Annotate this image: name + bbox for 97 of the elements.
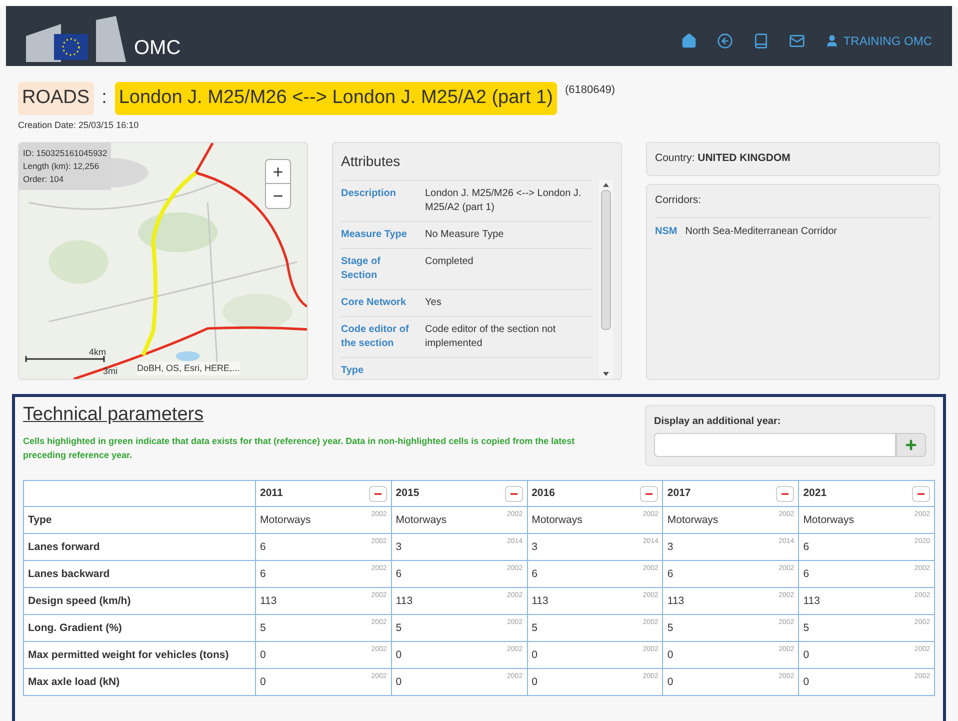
- user-icon: [825, 34, 840, 48]
- cell-value: 6: [260, 540, 266, 555]
- cell-value: 113: [260, 594, 277, 609]
- cell-value: Motorways: [260, 513, 311, 528]
- attribute-value: Yes: [425, 296, 442, 310]
- cell-value: 6: [260, 567, 266, 582]
- year-input[interactable]: [654, 433, 896, 457]
- zoom-out-button[interactable]: −: [266, 184, 290, 208]
- cell-value: 113: [396, 594, 413, 609]
- user-link[interactable]: TRAINING OMC: [825, 32, 932, 50]
- scale-mi: 3mi: [103, 364, 118, 378]
- section-title: London J. M25/M26 <--> London J. M25/A2 (part 1): [114, 82, 557, 114]
- scale-bar-icon: [25, 355, 105, 363]
- add-year-label: Display an additional year:: [654, 415, 782, 429]
- cell-value: Motorways: [803, 513, 854, 528]
- cell-value: 6: [532, 567, 538, 582]
- year-label: 2021: [803, 486, 827, 501]
- flag-logo-icon: [26, 16, 126, 62]
- scale-km: 4km: [89, 346, 106, 358]
- attribute-label: Type: [341, 364, 365, 378]
- row-label: Lanes forward: [24, 534, 256, 560]
- category-badge: ROADS: [18, 82, 94, 114]
- attribute-label: Description: [341, 187, 398, 201]
- book-icon[interactable]: [753, 33, 770, 49]
- remove-year-button[interactable]: [368, 486, 387, 502]
- remove-year-button[interactable]: [776, 486, 794, 502]
- creation-date: Creation Date: 25/03/15 16:10: [18, 118, 140, 132]
- cell-value: 0: [396, 675, 402, 690]
- section-code: (6180649): [564, 83, 616, 98]
- corridor-name: North Sea-Mediterranean Corridor: [685, 224, 837, 238]
- mail-icon[interactable]: [789, 33, 806, 49]
- cell-value: 6: [667, 567, 674, 582]
- cell-value: 5: [532, 621, 538, 636]
- cell-value: 113: [803, 594, 820, 609]
- cell-value: 3: [532, 540, 538, 555]
- attribute-value: Completed: [425, 255, 474, 269]
- attribute-value: No Measure Type: [425, 228, 505, 242]
- cell-value: 0: [667, 675, 674, 690]
- cell-value: 5: [396, 621, 402, 636]
- cell-value: 113: [532, 594, 548, 609]
- cell-value: 3: [396, 540, 402, 555]
- corridor-code: NSM: [655, 224, 678, 238]
- year-label: 2017: [667, 486, 691, 501]
- cell-value: 6: [803, 540, 810, 555]
- attribute-label: Measure Type: [341, 228, 408, 242]
- attribute-label: Core Network: [341, 296, 408, 310]
- zoom-in-button[interactable]: +: [266, 160, 290, 184]
- cell-value: 5: [803, 621, 810, 636]
- cell-value: 5: [667, 621, 674, 636]
- year-label: 2011: [260, 486, 283, 501]
- cell-value: 0: [532, 648, 538, 663]
- cell-value: 0: [803, 675, 810, 690]
- cell-value: 6: [396, 567, 402, 582]
- app-name: OMC: [134, 38, 181, 58]
- cell-value: 5: [260, 621, 266, 636]
- row-label: Design speed (km/h): [24, 588, 256, 614]
- year-label: 2015: [396, 486, 420, 501]
- cell-value: 6: [803, 567, 810, 582]
- cell-value: 0: [260, 648, 266, 663]
- cell-value: 0: [803, 648, 810, 663]
- attribute-label: Stage of Section: [341, 255, 382, 283]
- cell-value: Motorways: [667, 513, 718, 528]
- info-line: Length (km): 12,256: [23, 160, 100, 173]
- row-label: Type: [24, 506, 256, 534]
- back-icon[interactable]: [717, 33, 734, 49]
- cell-value: 3: [667, 540, 674, 555]
- info-line: ID: 150325161045932: [23, 147, 108, 160]
- home-icon[interactable]: [681, 33, 698, 49]
- remove-year-button[interactable]: [912, 486, 930, 502]
- cell-value: 0: [396, 648, 402, 663]
- add-year-button[interactable]: [896, 433, 926, 457]
- cell-value: 113: [667, 594, 684, 609]
- plus-icon: [904, 438, 918, 452]
- scrollbar[interactable]: [599, 180, 613, 379]
- attribute-value: London J. M25/M26 <--> London J. M25/A2 (part 1): [425, 187, 582, 215]
- cell-value: 0: [532, 675, 538, 690]
- attribute-value: Code editor of the section not implemented: [425, 323, 557, 351]
- row-label: Max permitted weight for vehicles (tons): [24, 642, 256, 668]
- row-label: Lanes backward: [24, 560, 256, 588]
- row-label: Max axle load (kN): [24, 668, 256, 696]
- cell-value: Motorways: [396, 513, 447, 528]
- year-label: 2016: [532, 486, 555, 501]
- cell-value: 0: [260, 675, 266, 690]
- title-separator: :: [102, 86, 107, 110]
- panel-title: Attributes: [341, 152, 402, 171]
- map-attribution: DoBH, OS, Esri, HERE,...: [137, 362, 240, 375]
- table-note: Cells highlighted in green indicate that data exists for that (reference) year. Data in non-highlighted cells is copied from the latest preceding reference year.: [23, 434, 576, 462]
- country-text: Country: UNITED KINGDOM: [655, 152, 790, 164]
- row-label: Long. Gradient (%): [24, 614, 256, 642]
- corridors-title: Corridors:: [655, 192, 931, 218]
- remove-year-button[interactable]: [640, 486, 658, 502]
- info-line: Order: 104: [23, 173, 65, 186]
- remove-year-button[interactable]: [504, 486, 523, 502]
- cell-value: 0: [667, 648, 674, 663]
- section-heading: Technical parameters: [23, 403, 205, 427]
- attribute-label: Code editor of the section: [341, 323, 410, 351]
- cell-value: Motorways: [532, 513, 582, 528]
